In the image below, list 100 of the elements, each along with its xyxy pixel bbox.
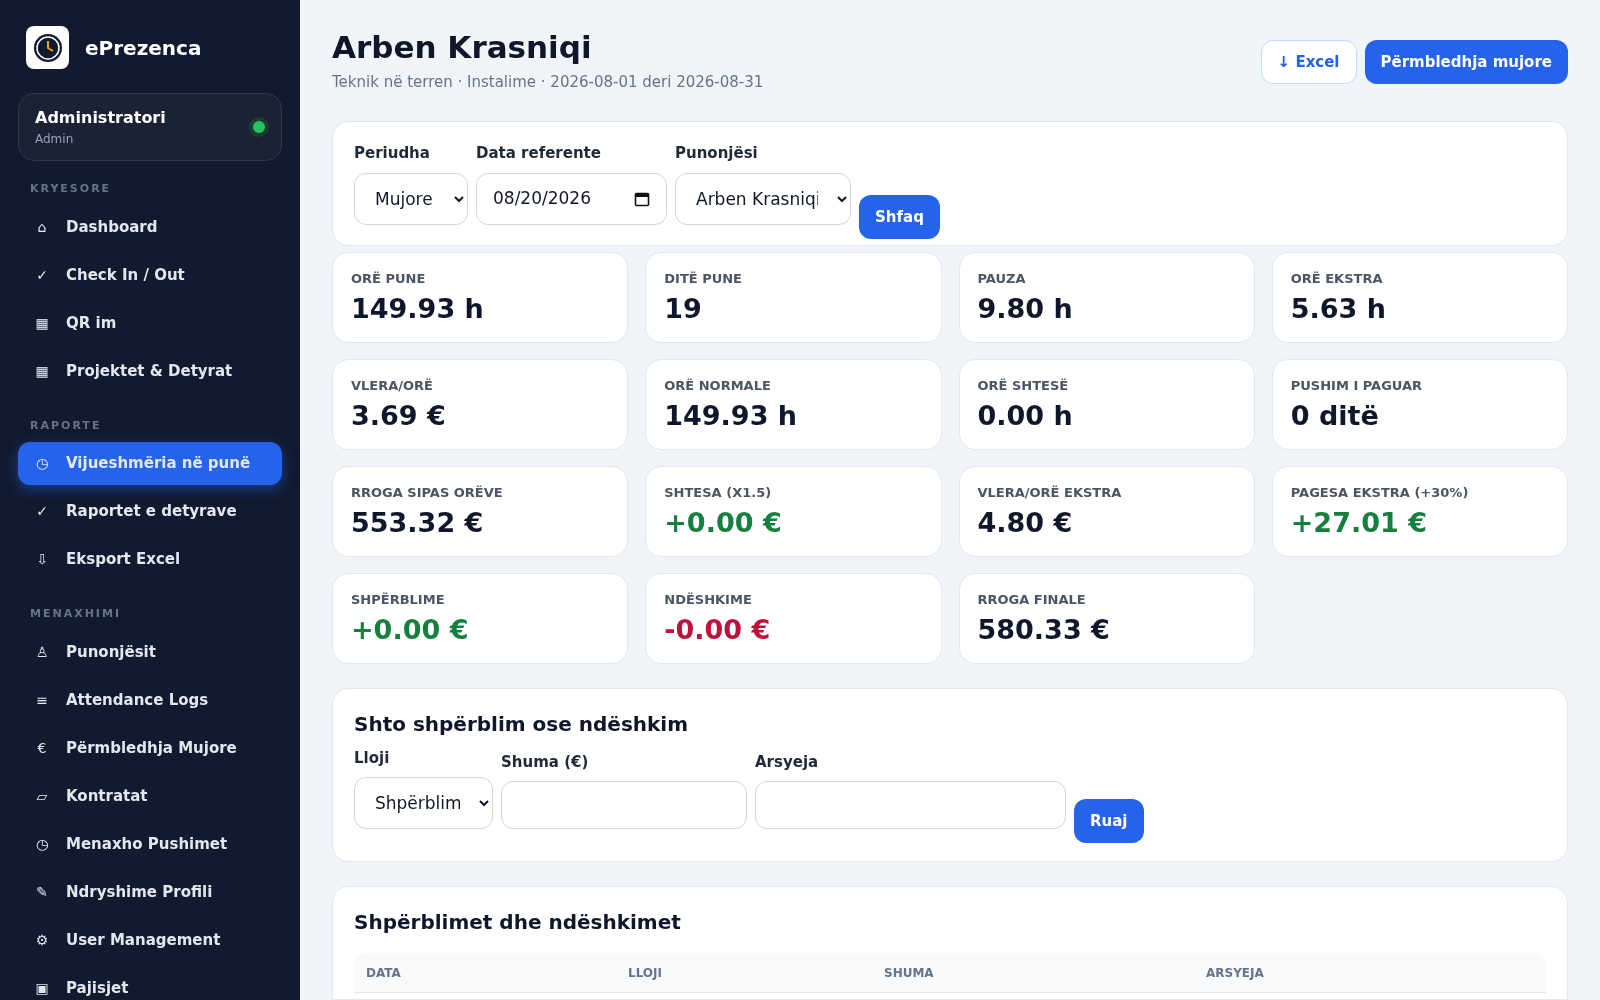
stat-value: 580.33 € — [977, 613, 1111, 647]
nav-item[interactable]: ▦ Projektet & Detyrat — [18, 349, 282, 393]
stat-value: 4.80 € — [977, 506, 1074, 540]
nav-item[interactable]: ≡ Attendance Logs — [18, 678, 282, 722]
nav-icon: ▱ — [34, 785, 50, 807]
nav-item[interactable]: ✓ Check In / Out — [18, 253, 282, 297]
nav-item[interactable]: ✎ Ndryshime Profili — [18, 870, 282, 914]
nav-label: Check In / Out — [66, 264, 185, 286]
app-name: ePrezenca — [85, 34, 202, 62]
nav-icon: ⚙ — [34, 929, 50, 951]
nav-item[interactable]: ▣ Pajisjet — [18, 966, 282, 1000]
input-field[interactable] — [755, 781, 1066, 830]
stat-value: 553.32 € — [351, 506, 485, 540]
nav-label: Ndryshime Profili — [66, 881, 213, 903]
nav-label: Kontratat — [66, 785, 148, 807]
field-label: Periudha — [354, 143, 431, 165]
nav-item[interactable]: ▦ QR im — [18, 301, 282, 345]
nav-label: Vijueshmëria në punë — [66, 453, 251, 475]
stat-label: ORË NORMALE — [664, 376, 772, 395]
nav-item[interactable]: ⌂ Dashboard — [18, 205, 282, 249]
stat-label: PAGESA EKSTRA (+30%) — [1290, 483, 1470, 502]
field-label: Arsyeja — [755, 751, 820, 773]
nav-label: User Management — [66, 929, 221, 951]
calendar-icon — [634, 190, 650, 207]
nav-item[interactable]: ▱ Kontratat — [18, 774, 282, 818]
nav-item[interactable]: ✓ Raportet e detyrave — [18, 490, 282, 533]
nav-label: QR im — [66, 312, 117, 334]
stat-label: SHTESA (X1.5) — [664, 483, 773, 502]
column-header: DATA — [366, 964, 402, 982]
nav-icon: ◷ — [34, 453, 50, 474]
stat-label: DITË PUNE — [664, 269, 743, 288]
nav-icon: ≡ — [34, 689, 50, 711]
stat-label: NDËSHKIME — [664, 590, 753, 609]
card-title: Shpërblimet dhe ndëshkimet — [354, 909, 682, 937]
stat-value: 5.63 h — [1290, 292, 1387, 326]
nav-icon: € — [34, 737, 50, 759]
nav-item[interactable]: ◷ Vijueshmëria në punë — [18, 442, 282, 485]
nav-icon: ⌂ — [34, 216, 50, 238]
stat-value: 0 ditë — [1290, 399, 1380, 433]
nav-item[interactable]: ♙ Punonjësit — [18, 630, 282, 674]
field-label: Data referente — [476, 143, 602, 165]
stat-label: VLERA/ORË — [351, 376, 434, 395]
nav-icon: ✓ — [34, 501, 50, 522]
column-header: LLOJI — [628, 964, 663, 982]
stat-value: +27.01 € — [1290, 506, 1428, 540]
stat-value: -0.00 € — [664, 613, 772, 647]
nav-item[interactable]: ◷ Menaxho Pushimet — [18, 822, 282, 866]
section-heading: MENAXHIMI — [29, 606, 122, 622]
nav-icon: ✎ — [34, 881, 50, 903]
stat-label: ORË PUNE — [351, 269, 427, 288]
nav-item[interactable]: € Përmbledhja Mujore — [18, 726, 282, 770]
column-header: SHUMA — [884, 964, 935, 982]
select-field[interactable]: Mujore — [354, 172, 468, 225]
nav-label: Projektet & Detyrat — [66, 360, 233, 382]
stat-value: 3.69 € — [351, 399, 447, 433]
nav-icon: ▣ — [34, 977, 50, 999]
show-button[interactable]: Shfaq — [859, 194, 940, 239]
nav-label: Eksport Excel — [66, 549, 181, 571]
logo-icon — [26, 26, 69, 69]
page-subtitle: Teknik në terren · Instalime · 2026-08-01 deri 2026-08-31 — [332, 71, 764, 93]
stat-label: ORË EKSTRA — [1290, 269, 1384, 288]
input-field[interactable] — [501, 781, 747, 830]
user-role: Admin — [35, 131, 75, 148]
stat-label: VLERA/ORË EKSTRA — [977, 483, 1123, 502]
page-title: Arben Krasniqi — [332, 28, 593, 67]
stat-label: SHPËRBLIME — [351, 590, 446, 609]
nav-icon: ⇩ — [34, 549, 50, 570]
field-label: Punonjësi — [675, 143, 759, 165]
summary-button[interactable]: Përmbledhja mujore — [1364, 40, 1568, 84]
field-label: Shuma (€) — [501, 751, 590, 773]
export-button[interactable]: ↓ Excel — [1260, 40, 1357, 84]
stat-label: ORË SHTESË — [977, 376, 1070, 395]
date-field[interactable]: 08/20/2026 — [476, 172, 667, 225]
column-header: ARSYEJA — [1206, 964, 1265, 982]
nav-label: Raportet e detyrave — [66, 501, 237, 523]
section-heading: KRYESORE — [29, 181, 113, 197]
nav-item[interactable]: ⇩ Eksport Excel — [18, 538, 282, 581]
nav-item[interactable]: ⚙ User Management — [18, 918, 282, 962]
stat-value: +0.00 € — [664, 506, 783, 540]
nav-label: Menaxho Pushimet — [66, 833, 228, 855]
stat-label: PAUZA — [977, 269, 1027, 288]
save-button[interactable]: Ruaj — [1074, 799, 1144, 844]
card-title: Shto shpërblim ose ndëshkim — [354, 710, 690, 738]
nav-label: Pajisjet — [66, 977, 129, 999]
stat-value: 149.93 h — [664, 399, 799, 433]
user-name: Administratori — [35, 107, 166, 129]
nav-icon: ▦ — [34, 312, 50, 334]
nav-icon: ♙ — [34, 641, 50, 663]
stat-label: RROGA SIPAS ORËVE — [351, 483, 504, 502]
stat-value: 0.00 h — [977, 399, 1074, 433]
nav-icon: ◷ — [34, 833, 50, 855]
stat-label: PUSHIM I PAGUAR — [1290, 376, 1424, 395]
stat-value: 19 — [664, 292, 703, 326]
nav-label: Punonjësit — [66, 641, 156, 663]
section-heading: RAPORTE — [29, 417, 103, 434]
stat-label: RROGA FINALE — [977, 590, 1087, 609]
nav-icon: ✓ — [34, 264, 50, 286]
stat-value: 9.80 h — [977, 292, 1074, 326]
nav-label: Attendance Logs — [66, 689, 209, 711]
select-field[interactable]: Shpërblim — [354, 777, 493, 830]
